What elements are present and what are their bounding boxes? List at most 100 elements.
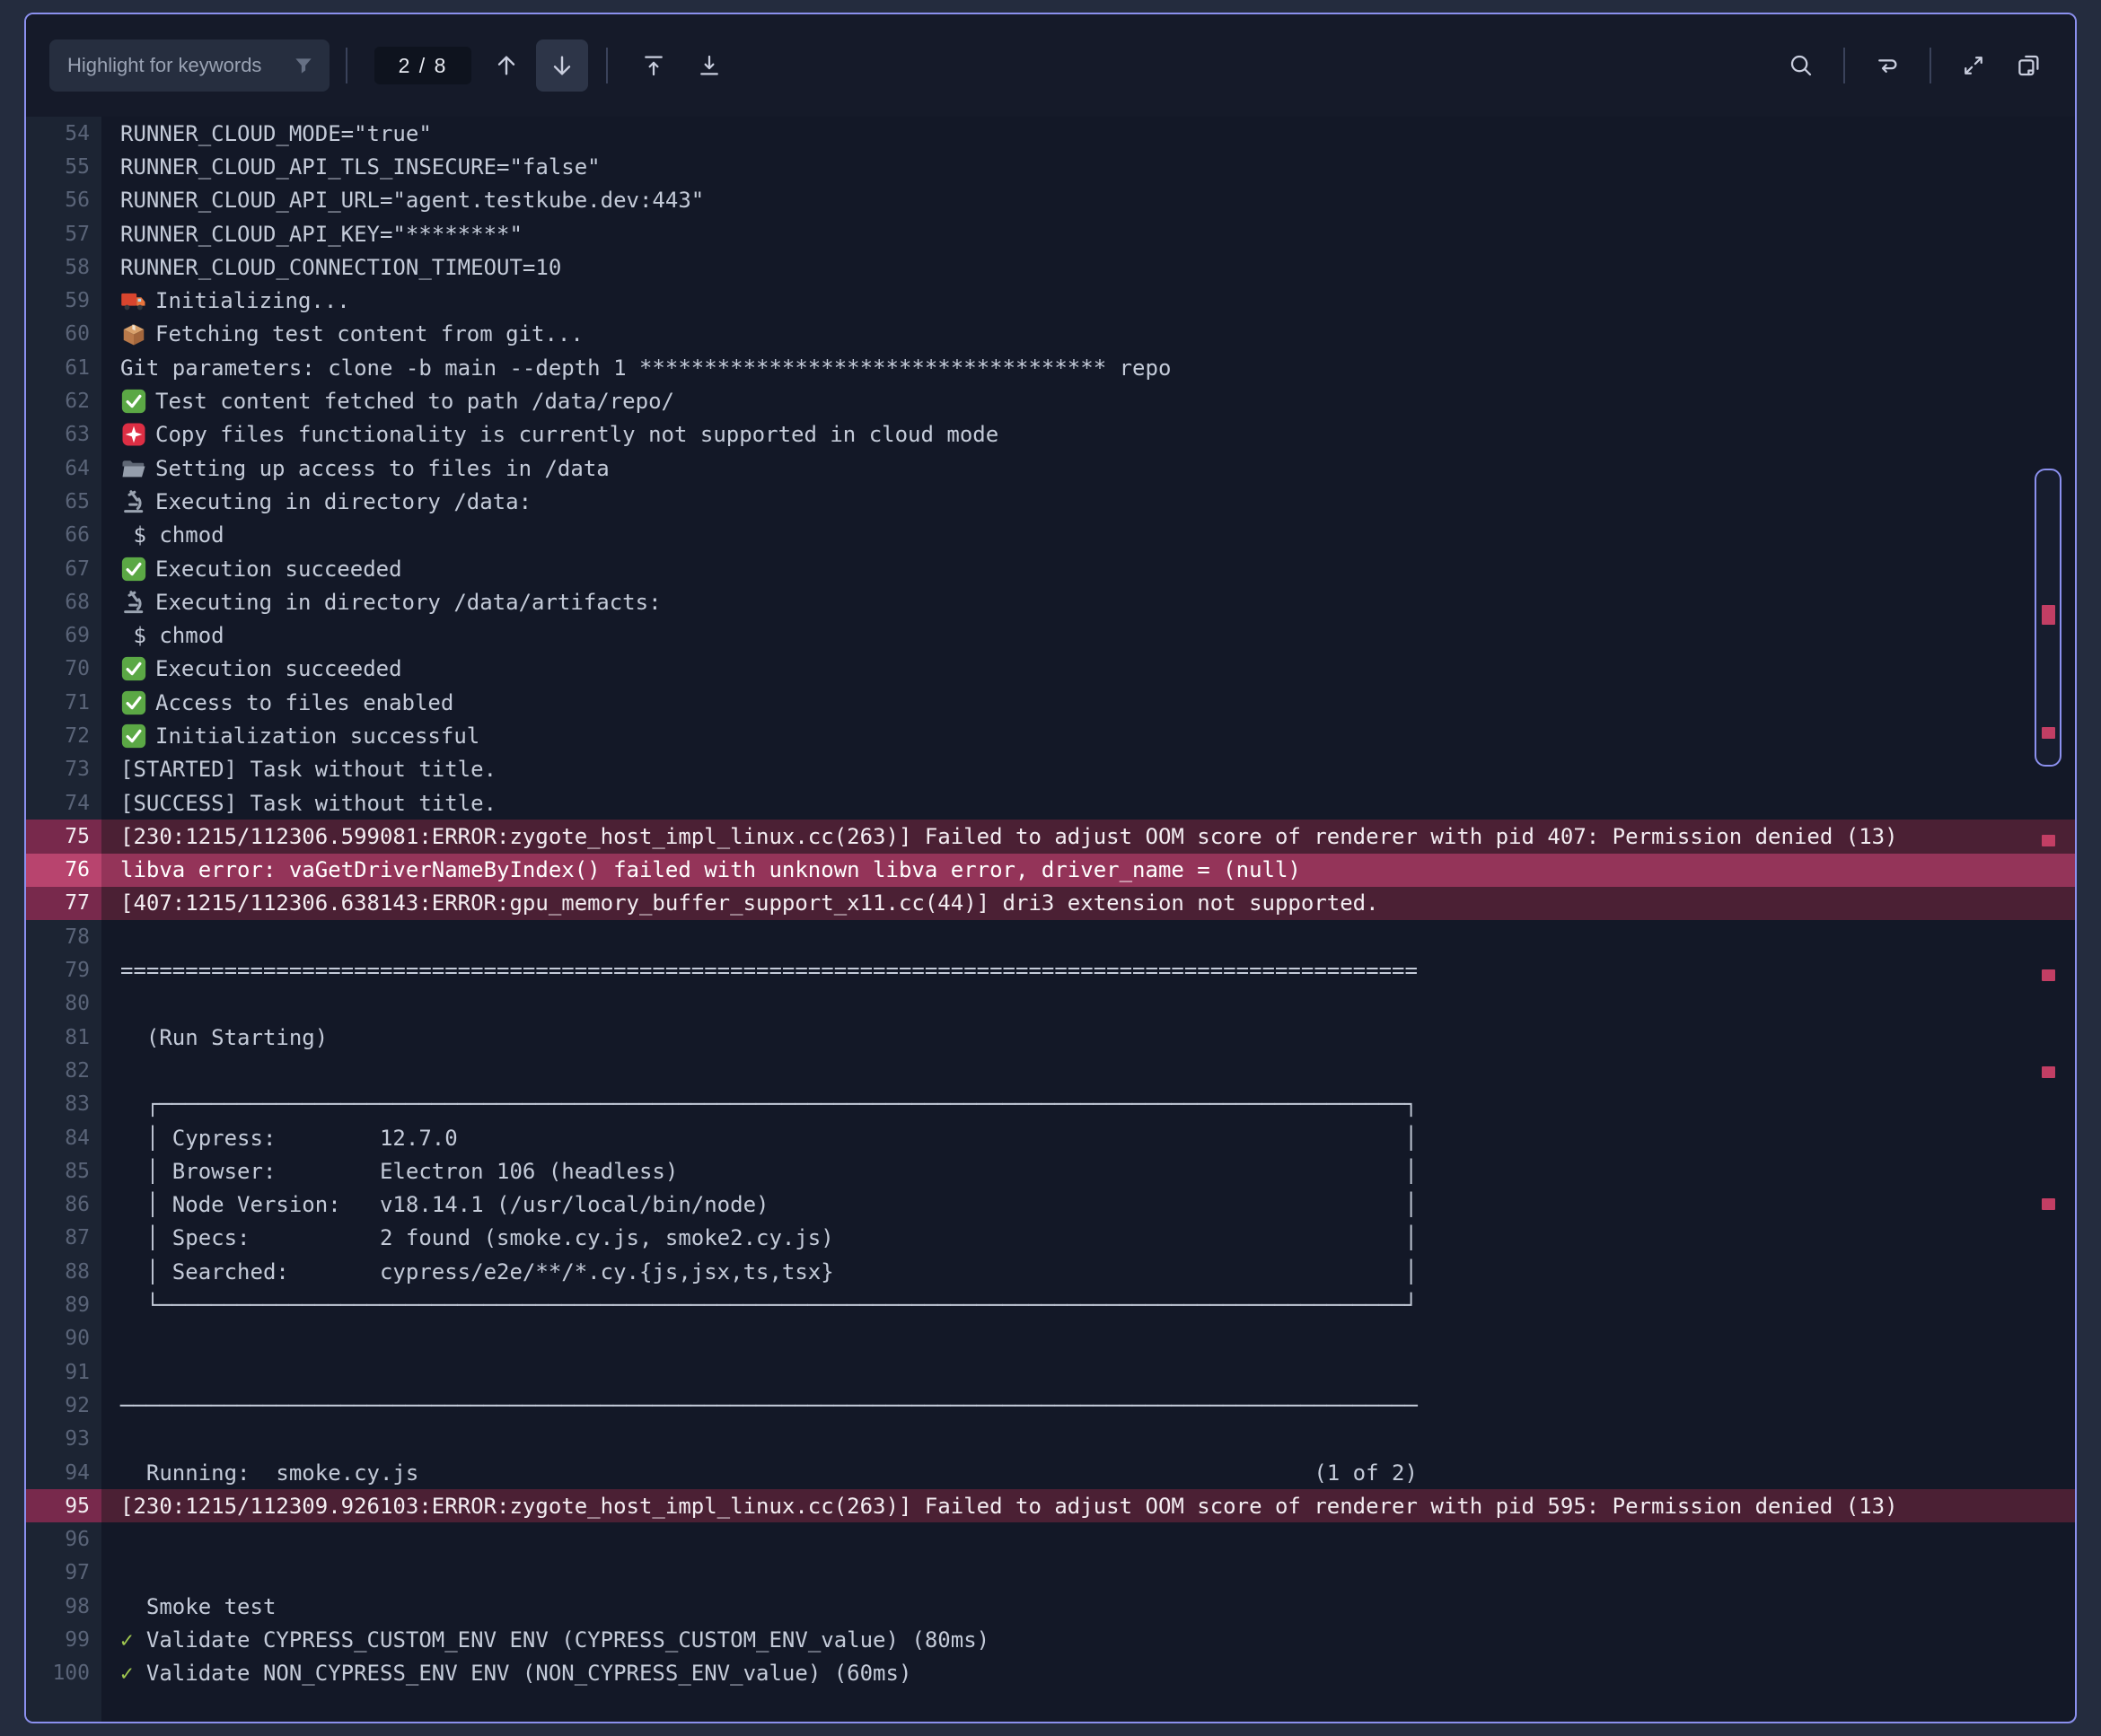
- line-number: 81: [26, 1021, 101, 1055]
- keyword-highlight-field-wrap: [49, 39, 330, 92]
- log-line-text: [STARTED] Task without title.: [120, 757, 497, 783]
- line-number: 87: [26, 1221, 101, 1256]
- log-line: 54 RUNNER_CLOUD_MODE="true": [26, 117, 2075, 151]
- log-line: 64 Setting up access to files in /data: [26, 451, 2075, 486]
- line-number: 90: [26, 1321, 101, 1355]
- word-wrap-icon: [1874, 52, 1901, 79]
- log-line-text: $ chmod: [120, 623, 224, 649]
- line-number: 93: [26, 1422, 101, 1456]
- search-button[interactable]: [1779, 43, 1824, 88]
- log-line-text: [101, 1054, 2075, 1087]
- log-line-text: Initialization successful: [101, 719, 2075, 752]
- log-line: 80: [26, 986, 2075, 1021]
- log-line-text: Copy files functionality is currently no…: [101, 418, 2075, 452]
- log-line: 73 [STARTED] Task without title.: [26, 752, 2075, 786]
- line-number: 99: [26, 1623, 101, 1657]
- log-line: 81 (Run Starting): [26, 1021, 2075, 1055]
- log-line-text: Executing in directory /data:: [101, 485, 2075, 518]
- log-line-text: Test content fetched to path /data/repo/: [101, 384, 2075, 417]
- error-position-marker: [2042, 605, 2055, 625]
- line-number: 69: [26, 618, 101, 653]
- jump-to-top-icon: [640, 52, 667, 79]
- line-number: 63: [26, 417, 101, 452]
- log-toolbar: 2 / 8: [26, 14, 2075, 117]
- passed-check-icon: ✓: [120, 1661, 134, 1687]
- filter-funnel-icon: [292, 54, 315, 77]
- line-number: 55: [26, 150, 101, 184]
- log-line-text: Access to files enabled: [101, 686, 2075, 719]
- log-line-text: Fetching test content from git...: [101, 318, 2075, 351]
- copy-button[interactable]: [2007, 43, 2052, 88]
- expand-icon: [1960, 52, 1987, 79]
- log-line-text: RUNNER_CLOUD_API_KEY="********": [120, 221, 523, 247]
- log-line: 100 ✓ Validate NON_CYPRESS_ENV ENV (NON_…: [26, 1656, 2075, 1690]
- log-line-text: libva error: vaGetDriverNameByIndex() fa…: [120, 857, 1301, 883]
- package-icon: [120, 320, 147, 347]
- line-number: 83: [26, 1087, 101, 1121]
- log-line: 88 │ Searched: cypress/e2e/**/*.cy.{js,j…: [26, 1255, 2075, 1289]
- line-number: 78: [26, 920, 101, 954]
- line-number: 88: [26, 1255, 101, 1289]
- passed-check-icon: ✓: [120, 1627, 134, 1653]
- log-line-text: ────────────────────────────────────────…: [120, 1392, 1418, 1418]
- jump-to-bottom-button[interactable]: [687, 43, 732, 88]
- match-counter: 2 / 8: [374, 47, 471, 84]
- log-line-error: 76 libva error: vaGetDriverNameByIndex() …: [26, 853, 2075, 887]
- log-line-text: [101, 1355, 2075, 1389]
- next-match-button[interactable]: [536, 39, 588, 92]
- log-line-text: ✓ Validate NON_CYPRESS_ENV ENV (NON_CYPR…: [120, 1661, 912, 1687]
- line-number-filler: [26, 1689, 101, 1722]
- folder-icon: [120, 455, 147, 482]
- log-line: 71 Access to files enabled: [26, 686, 2075, 720]
- log-line-text: [230:1215/112309.926103:ERROR:zygote_hos…: [120, 1493, 1898, 1519]
- check-icon: [120, 723, 147, 750]
- line-number: 54: [26, 117, 101, 151]
- copy-icon: [2016, 52, 2043, 79]
- log-line: 84 │ Cypress: 12.7.0 │: [26, 1120, 2075, 1155]
- log-line-text: │ Node Version: v18.14.1 (/usr/local/bin…: [120, 1192, 1418, 1218]
- line-number: 59: [26, 284, 101, 318]
- log-line-text: │ Searched: cypress/e2e/**/*.cy.{js,jsx,…: [120, 1258, 1418, 1284]
- toolbar-divider: [606, 48, 608, 83]
- log-line-text: [101, 1690, 2075, 1722]
- line-number: 84: [26, 1120, 101, 1155]
- line-number: 95: [26, 1489, 101, 1523]
- log-line-text: Running: smoke.cy.js (1 of 2): [120, 1460, 1418, 1486]
- toolbar-divider: [1930, 48, 1931, 83]
- log-line: 62 Test content fetched to path /data/rep…: [26, 384, 2075, 418]
- log-line: 94 Running: smoke.cy.js (1 of 2): [26, 1455, 2075, 1490]
- error-position-marker: [2042, 1198, 2055, 1210]
- check-icon: [120, 556, 147, 583]
- log-line-text: ┌───────────────────────────────────────…: [120, 1092, 1418, 1118]
- search-icon: [1788, 52, 1815, 79]
- log-gutter-filler: [26, 1689, 2075, 1722]
- log-line: 65 Executing in directory /data:: [26, 485, 2075, 519]
- log-line: 69 $ chmod: [26, 618, 2075, 653]
- keyword-highlight-input[interactable]: [49, 39, 330, 92]
- previous-match-button[interactable]: [484, 43, 529, 88]
- arrow-down-icon: [548, 51, 576, 80]
- log-line: 99 ✓ Validate CYPRESS_CUSTOM_ENV ENV (CY…: [26, 1623, 2075, 1657]
- log-line-text: [101, 1522, 2075, 1556]
- jump-to-top-button[interactable]: [631, 43, 676, 88]
- word-wrap-button[interactable]: [1865, 43, 1910, 88]
- line-number: 57: [26, 216, 101, 251]
- log-line-text: (Run Starting): [120, 1024, 329, 1050]
- line-number: 82: [26, 1054, 101, 1088]
- log-line-text: [101, 1322, 2075, 1355]
- log-line-text: [101, 920, 2075, 953]
- log-line: 86 │ Node Version: v18.14.1 (/usr/local/…: [26, 1188, 2075, 1222]
- log-output-area[interactable]: 54 RUNNER_CLOUD_MODE="true" 55 RUNNER_CLOUD…: [26, 117, 2075, 1722]
- log-line-text: [101, 987, 2075, 1021]
- log-line: 79 ======================================…: [26, 953, 2075, 987]
- expand-button[interactable]: [1951, 43, 1996, 88]
- line-number: 72: [26, 719, 101, 753]
- log-line: 58 RUNNER_CLOUD_CONNECTION_TIMEOUT=10: [26, 250, 2075, 285]
- log-line: 67 Execution succeeded: [26, 551, 2075, 586]
- log-line-text: Execution succeeded: [101, 653, 2075, 686]
- log-line-error: 95 [230:1215/112309.926103:ERROR:zygote_h…: [26, 1489, 2075, 1523]
- log-line: 59 Initializing...: [26, 284, 2075, 318]
- log-line: 61 Git parameters: clone -b main --depth …: [26, 351, 2075, 385]
- line-number: 98: [26, 1590, 101, 1624]
- line-number: 64: [26, 451, 101, 486]
